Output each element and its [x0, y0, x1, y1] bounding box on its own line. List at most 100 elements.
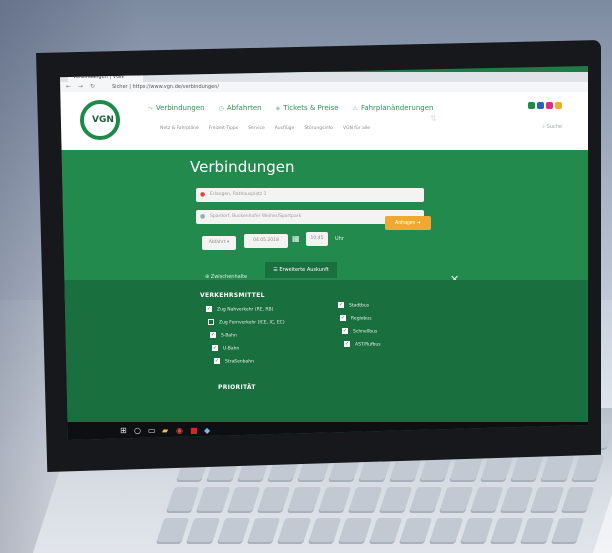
nav-label: Fahrplanänderungen — [360, 104, 434, 112]
keyboard-key — [540, 455, 575, 482]
keyboard-key — [459, 517, 494, 544]
search-button[interactable]: Anfragen ➜ — [385, 216, 431, 230]
brand-color-block — [555, 102, 562, 109]
search-label: Suche — [546, 124, 562, 130]
logo-text: VGN — [92, 115, 114, 125]
advanced-options-panel: VERKEHRSMITTEL ✓ Zug Nahverkehr (RE, RB) Z… — [60, 280, 588, 440]
option-label: S-Bahn — [221, 333, 237, 339]
site-header: VGN ⤳ Verbindungen ◷ Abfahrten ◈ Tickets & … — [60, 92, 588, 150]
subnav-item[interactable]: Ausflüge — [275, 126, 295, 131]
subnav-item[interactable]: Störungsinfo — [304, 126, 333, 131]
option-label: Straßenbahn — [225, 359, 255, 365]
keyboard-key — [186, 517, 221, 544]
nav-label: Abfahrten — [226, 104, 262, 112]
option-label: Zug Nahverkehr (RE, RB) — [217, 307, 274, 313]
transport-option[interactable]: ✓ Straßenbahn — [214, 358, 254, 365]
app-icon[interactable]: ■ — [190, 426, 198, 435]
option-label: U-Bahn — [223, 346, 240, 352]
transport-option[interactable]: ✓ Schnellbus — [342, 328, 377, 335]
swap-icon[interactable]: ⇅ — [430, 114, 437, 123]
app-icon[interactable]: ◆ — [204, 426, 210, 435]
time-unit: Uhr — [335, 236, 344, 242]
checkbox-checked[interactable]: ✓ — [206, 306, 212, 312]
destination-icon: ● — [200, 213, 206, 220]
transport-option[interactable]: ✓ S-Bahn — [210, 332, 237, 339]
search-icon[interactable]: ○ — [134, 426, 141, 435]
destination-value: Spardorf, Buckenhofer Weiher/Sportpark — [210, 214, 302, 219]
departure-mode-select[interactable]: Abfahrt ▾ — [202, 236, 236, 250]
transport-option[interactable]: ✓ Regiobus — [340, 315, 372, 322]
keyboard-key — [348, 486, 382, 513]
option-label: Stadtbus — [349, 303, 370, 309]
checkbox-checked[interactable]: ✓ — [210, 332, 216, 338]
keyboard-key — [226, 486, 261, 513]
nav-item-verbindungen[interactable]: ⤳ Verbindungen — [148, 104, 205, 113]
checkbox-checked[interactable]: ✓ — [212, 345, 218, 351]
nav-label: Tickets & Preise — [283, 104, 339, 112]
date-value: 04.05.2018 — [253, 238, 279, 243]
keyboard-key — [155, 517, 190, 544]
time-field[interactable]: 10:45 — [306, 232, 328, 246]
nav-item-fahrplanaenderungen[interactable]: ⚠ Fahrplanänderungen — [353, 104, 434, 113]
route-icon: ⤳ — [148, 105, 153, 112]
browser-address-bar[interactable]: ← → ↻ Sicher | https://www.vgn.de/verbin… — [60, 82, 588, 92]
forward-icon[interactable]: → — [78, 82, 83, 92]
keyboard-key — [277, 517, 312, 544]
nav-label: Verbindungen — [155, 104, 205, 112]
tab-erweiterte-auskunft[interactable]: ☰ Erweiterte Auskunft — [265, 262, 337, 278]
keyboard-key — [570, 455, 605, 482]
checkbox-checked[interactable]: ✓ — [340, 315, 346, 321]
back-icon[interactable]: ← — [66, 82, 71, 92]
site-search[interactable]: ⌕ Suche — [542, 124, 562, 130]
photo-scene: Verbindungen | VGN ← → ↻ Sicher | https:… — [0, 0, 612, 553]
time-value: 10:45 — [310, 236, 324, 241]
transport-option[interactable]: ✓ U-Bahn — [212, 345, 239, 352]
keyboard-key — [439, 486, 474, 513]
date-field[interactable]: 04.05.2018 — [244, 234, 288, 248]
keyboard-key — [408, 486, 443, 513]
option-label: Schnellbus — [353, 329, 378, 335]
keyboard-key — [479, 455, 514, 482]
transport-heading: VERKEHRSMITTEL — [200, 292, 265, 299]
task-view-icon[interactable]: ▭ — [148, 426, 156, 435]
subnav-item[interactable]: Service — [248, 126, 265, 131]
origin-input[interactable]: ● Erlangen, Rathausplatz 1 — [196, 188, 424, 202]
subnav-item[interactable]: Freizeit-Tipps — [209, 126, 238, 131]
nav-item-abfahrten[interactable]: ◷ Abfahrten — [219, 104, 262, 113]
transport-option[interactable]: ✓ AST/Rufbus — [344, 341, 381, 348]
option-label: Zug Fernverkehr (ICE, IC, EC) — [219, 320, 285, 326]
keyboard-key — [216, 517, 251, 544]
transport-option[interactable]: ✓ Stadtbus — [338, 302, 369, 309]
transport-option[interactable]: Zug Fernverkehr (ICE, IC, EC) — [208, 319, 285, 326]
folder-icon[interactable]: ▰ — [162, 426, 168, 435]
checkbox-checked[interactable]: ✓ — [214, 358, 220, 364]
reload-icon[interactable]: ↻ — [90, 82, 95, 92]
laptop-screen: Verbindungen | VGN ← → ↻ Sicher | https:… — [60, 66, 588, 440]
main-nav: ⤳ Verbindungen ◷ Abfahrten ◈ Tickets & Prei… — [148, 104, 433, 113]
ticket-icon: ◈ — [275, 105, 281, 112]
browser-icon[interactable]: ◉ — [176, 426, 183, 435]
subnav-item[interactable]: Netz & Fahrpläne — [160, 126, 199, 131]
keyboard-key — [530, 486, 565, 513]
checkbox-checked[interactable]: ✓ — [342, 328, 348, 334]
keyboard-key — [520, 517, 554, 544]
origin-value: Erlangen, Rathausplatz 1 — [210, 192, 267, 197]
subnav-item[interactable]: VGN für alle — [343, 126, 370, 131]
transport-option[interactable]: ✓ Zug Nahverkehr (RE, RB) — [206, 306, 273, 313]
checkbox-checked[interactable]: ✓ — [338, 302, 344, 308]
warning-icon: ⚠ — [352, 105, 358, 112]
search-icon: ⌕ — [542, 124, 546, 130]
keyboard-key — [560, 486, 595, 513]
option-label: Regiobus — [351, 316, 372, 322]
url-text: Sicher | https://www.vgn.de/verbindungen… — [112, 84, 220, 90]
keyboard-key — [257, 486, 291, 513]
nav-item-tickets[interactable]: ◈ Tickets & Preise — [276, 104, 339, 113]
start-icon[interactable]: ⊞ — [120, 426, 127, 435]
keyboard-key — [469, 486, 504, 513]
location-pin-icon: ● — [200, 191, 206, 198]
calendar-icon[interactable]: ▦ — [292, 234, 300, 243]
checkbox-checked[interactable]: ✓ — [344, 341, 350, 347]
checkbox-unchecked[interactable] — [208, 319, 214, 325]
vgn-logo[interactable]: VGN — [80, 100, 120, 140]
keyboard-key — [499, 486, 534, 513]
